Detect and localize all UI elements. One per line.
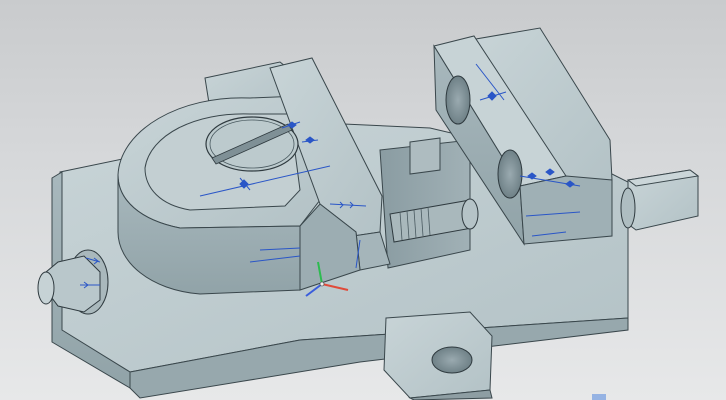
bolt-end — [37, 271, 55, 305]
cad-model-scene[interactable] — [0, 0, 726, 400]
triad-origin — [319, 281, 325, 287]
shaft-end[interactable] — [620, 169, 700, 231]
jaw-hole-upper — [445, 75, 471, 125]
graphics-viewport[interactable] — [0, 0, 726, 400]
base-rail-left — [409, 137, 441, 175]
movable-jaw[interactable] — [117, 57, 391, 295]
lead-screw-collar — [461, 198, 479, 230]
jaw-hole-lower — [497, 149, 523, 199]
fixed-jaw-right-face — [519, 175, 613, 245]
mounting-lug[interactable] — [383, 311, 493, 400]
selection-glint — [592, 394, 606, 400]
hex-nut[interactable] — [37, 249, 109, 315]
lug-hole — [431, 346, 473, 374]
slotted-screw-head[interactable] — [205, 116, 299, 172]
shaft-end-collar — [620, 187, 636, 229]
